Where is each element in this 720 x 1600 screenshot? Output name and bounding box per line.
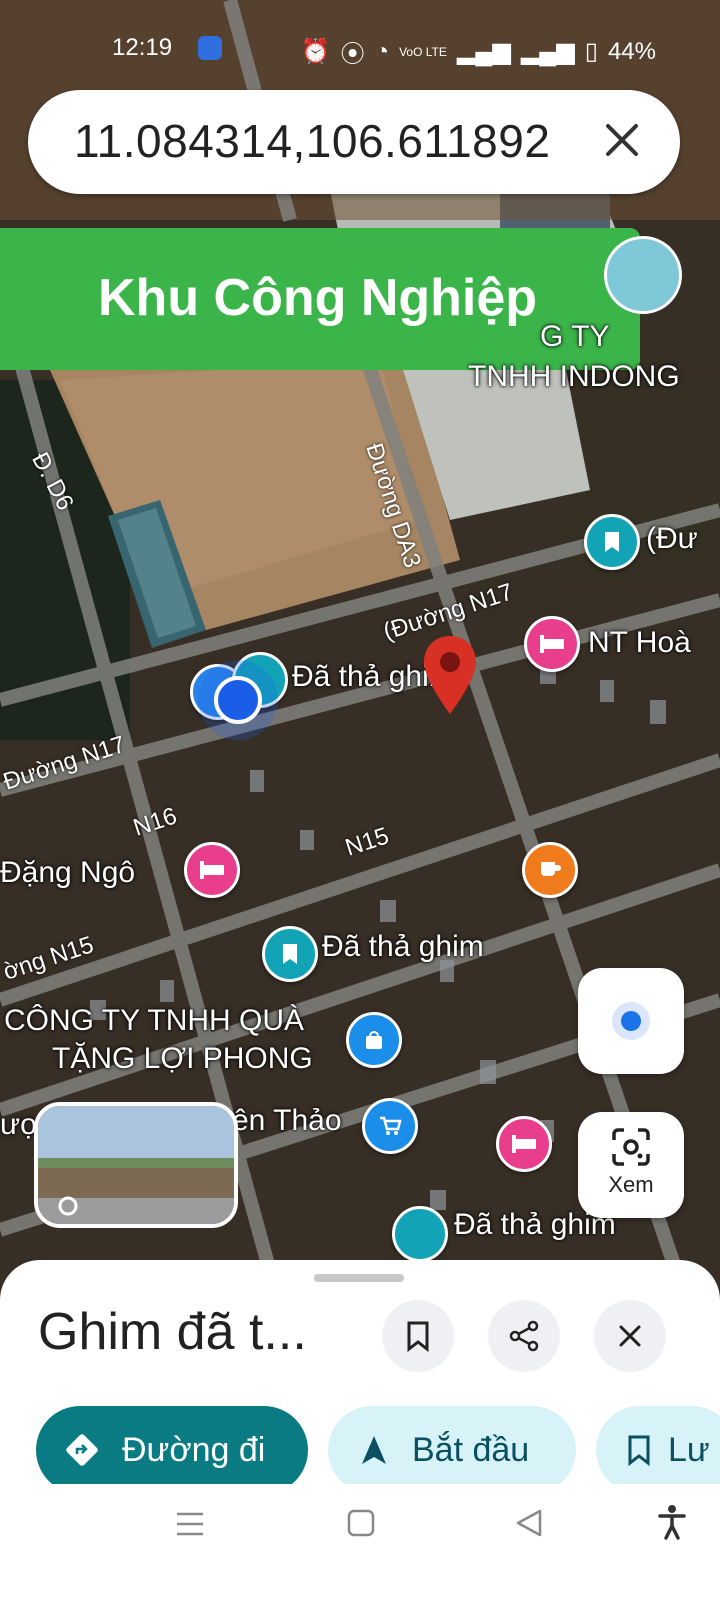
dropped-pin-marker-icon[interactable] — [420, 634, 480, 718]
cafe-pin-icon[interactable] — [522, 842, 578, 898]
status-icons: ⏰ ⦿ ◔ VoO LTE ▂▄▆ ▂▄▆ ▯ 44% — [301, 34, 656, 69]
bookmark-pin-icon[interactable] — [392, 1206, 448, 1262]
bookmark-pin-icon[interactable] — [262, 926, 318, 982]
close-icon — [619, 1325, 641, 1347]
directions-label: Đường đi — [122, 1430, 266, 1469]
map-label-company-2[interactable]: CÔNG TY TNHH QUÀ — [4, 1004, 304, 1038]
bookmark-icon — [628, 1435, 650, 1466]
banner-text: Khu Công Nghiệp — [98, 269, 538, 327]
map-label-company-1[interactable]: G TY — [540, 320, 609, 354]
save-chip-label: Lư — [668, 1430, 710, 1469]
map-label-company-2-b[interactable]: TẶNG LỢI PHONG — [52, 1042, 313, 1076]
status-bar: 12:19 ⏰ ⦿ ◔ VoO LTE ▂▄▆ ▂▄▆ ▯ 44% — [0, 30, 720, 70]
map-label-dang-ngo[interactable]: Đặng Ngô — [0, 856, 135, 890]
lens-icon — [612, 1128, 650, 1166]
directions-icon — [66, 1434, 98, 1466]
menu-icon[interactable] — [174, 1510, 206, 1538]
avatar-icon[interactable] — [604, 236, 682, 314]
location-status-icon: ⦿ — [340, 41, 365, 68]
close-sheet-button[interactable] — [594, 1300, 666, 1372]
share-button[interactable] — [488, 1300, 560, 1372]
system-navigation-bar — [0, 1484, 720, 1600]
save-chip-button[interactable]: Lư — [596, 1406, 720, 1494]
battery-level: 44% — [607, 37, 656, 65]
directions-button[interactable]: Đường đi — [36, 1406, 308, 1494]
close-icon[interactable] — [600, 118, 644, 162]
signal-icon-2: ▂▄▆ — [520, 38, 575, 65]
square-icon[interactable] — [346, 1508, 376, 1538]
street-view-thumbnail[interactable] — [34, 1102, 238, 1228]
map-label-thao[interactable]: ên Thảo — [232, 1104, 342, 1138]
start-button[interactable]: Bắt đầu — [328, 1406, 576, 1494]
bookmark-pin-icon[interactable] — [584, 514, 640, 570]
accessibility-icon[interactable] — [658, 1504, 686, 1540]
current-location-dot — [214, 676, 262, 724]
hotel-pin-icon[interactable] — [496, 1116, 552, 1172]
sheet-drag-handle[interactable] — [314, 1274, 404, 1282]
search-bar[interactable]: 11.084314,106.611892 — [28, 90, 680, 194]
lens-label: Xem — [608, 1172, 654, 1197]
network-label: VoO LTE — [399, 44, 447, 59]
map-label-nt-hoa[interactable]: NT Hoà — [588, 626, 691, 660]
map-label-duo[interactable]: (Đư — [646, 522, 698, 556]
wifi-icon: ◔ — [374, 37, 390, 65]
search-query[interactable]: 11.084314,106.611892 — [74, 114, 550, 168]
my-location-button[interactable] — [578, 968, 684, 1074]
lens-button[interactable]: Xem — [578, 1112, 684, 1218]
battery-icon: ▯ — [584, 38, 598, 65]
map-label-dropped-pin-2[interactable]: Đã thả ghim — [322, 930, 484, 964]
hotel-pin-icon[interactable] — [184, 842, 240, 898]
my-location-icon — [612, 1002, 650, 1040]
signal-icon: ▂▄▆ — [456, 38, 511, 65]
shopping-cart-pin-icon[interactable] — [362, 1098, 418, 1154]
start-label: Bắt đầu — [412, 1430, 530, 1469]
hotel-pin-icon[interactable] — [524, 616, 580, 672]
place-title: Ghim đã t... — [38, 1303, 307, 1361]
save-button[interactable] — [382, 1300, 454, 1372]
share-icon — [509, 1320, 539, 1352]
map-label-company-1-b[interactable]: TNHH INDONG — [468, 360, 680, 394]
app-notification-icon — [198, 36, 222, 60]
bookmark-icon — [407, 1321, 429, 1352]
status-time: 12:19 — [112, 34, 173, 61]
navigation-arrow-icon — [362, 1436, 386, 1464]
shopping-pin-icon[interactable] — [346, 1012, 402, 1068]
alarm-icon: ⏰ — [300, 38, 331, 65]
back-icon[interactable] — [514, 1508, 544, 1538]
